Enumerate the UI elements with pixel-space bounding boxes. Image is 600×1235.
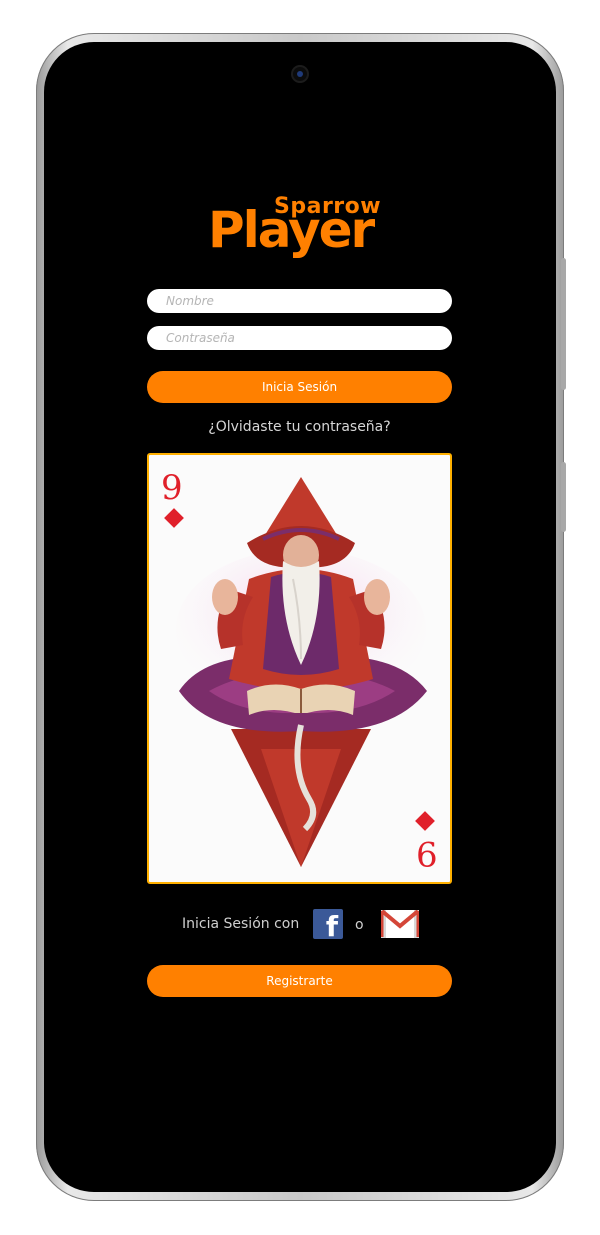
register-button[interactable]: Registrarte xyxy=(147,965,452,997)
app-logo: Sparrow Player xyxy=(208,194,398,266)
wizard-illustration xyxy=(176,477,427,867)
card-rank-bottom: 9 xyxy=(416,833,438,873)
username-input[interactable] xyxy=(147,289,452,313)
playing-card-image: 9 9 xyxy=(147,453,452,884)
front-camera xyxy=(293,67,307,81)
or-label: o xyxy=(355,917,364,933)
social-login-label: Inicia Sesión con xyxy=(182,916,300,932)
forgot-password-link[interactable]: ¿Olvidaste tu contraseña? xyxy=(147,417,452,437)
volume-button xyxy=(561,258,566,390)
facebook-icon[interactable]: f xyxy=(313,909,343,943)
power-button xyxy=(561,462,566,532)
gmail-icon[interactable] xyxy=(381,910,419,938)
logo-main-text: Player xyxy=(208,201,375,259)
social-login-row: Inicia Sesión con f o xyxy=(147,906,452,942)
password-input[interactable] xyxy=(147,326,452,350)
login-button[interactable]: Inicia Sesión xyxy=(147,371,452,403)
facebook-letter: f xyxy=(325,910,338,943)
